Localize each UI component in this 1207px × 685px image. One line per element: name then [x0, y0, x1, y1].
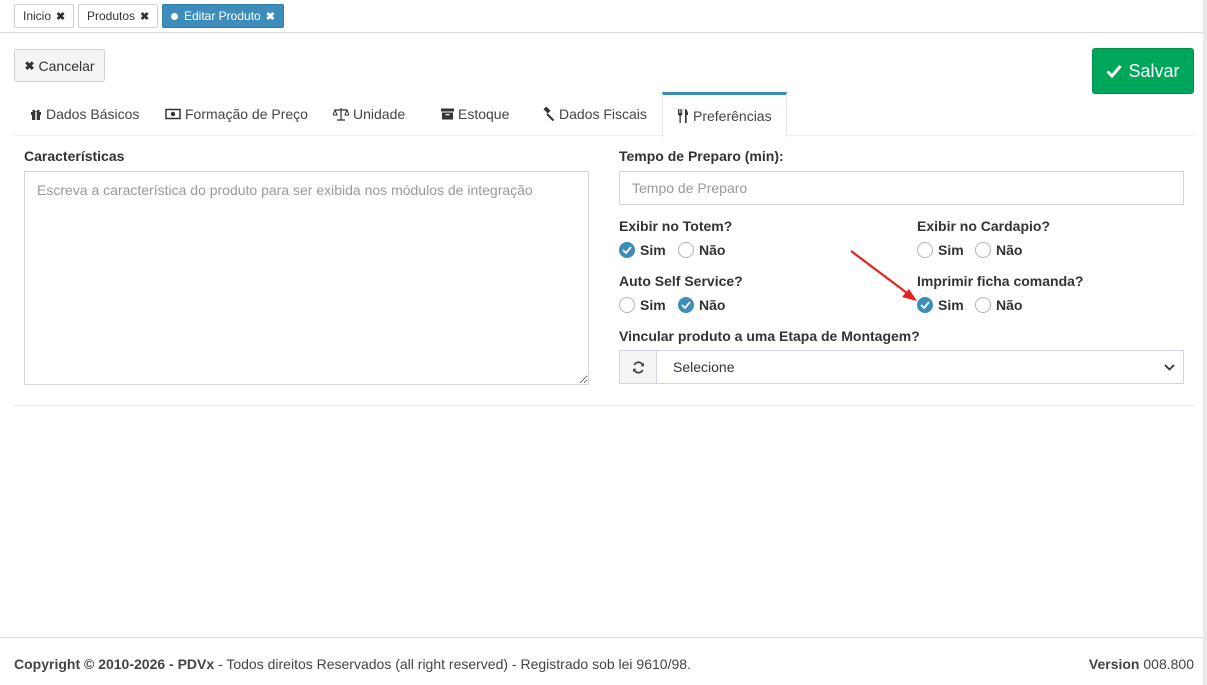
- tab-label: Preferências: [693, 108, 772, 124]
- page-tab-inicio[interactable]: Inicio ✖: [14, 4, 75, 28]
- radio-label: Sim: [938, 297, 964, 313]
- gift-icon: [31, 109, 41, 120]
- tab-label: Dados Básicos: [46, 106, 140, 122]
- tab-label: Unidade: [353, 106, 406, 122]
- exibir-totem-sim-radio[interactable]: Sim: [619, 242, 666, 258]
- close-icon[interactable]: ✖: [140, 10, 149, 23]
- copyright-prefix: Copyright © 2010-2026 -: [14, 656, 178, 672]
- exibir-cardapio-label: Exibir no Cardapio?: [917, 218, 1051, 234]
- caracteristicas-textarea[interactable]: [24, 171, 589, 385]
- auto-self-service-sim-radio[interactable]: Sim: [619, 297, 666, 313]
- tab-unidade[interactable]: Unidade: [319, 92, 419, 136]
- imprimir-ficha-nao-radio[interactable]: Não: [975, 297, 1022, 313]
- radio-unchecked-icon: [678, 242, 694, 258]
- archive-icon: [441, 108, 454, 120]
- tab-dados-basicos[interactable]: Dados Básicos: [16, 92, 153, 136]
- scrollbar-track[interactable]: [1203, 0, 1207, 685]
- footer: Copyright © 2010-2026 - PDVx - Todos dir…: [0, 637, 1203, 685]
- radio-label: Não: [996, 297, 1023, 313]
- version-value: 008.800: [1139, 656, 1194, 672]
- radio-label: Não: [699, 297, 726, 313]
- imprimir-ficha-sim-radio[interactable]: Sim: [917, 297, 964, 313]
- gavel-icon: [543, 107, 555, 121]
- radio-unchecked-icon: [975, 297, 991, 313]
- exibir-cardapio-sim-radio[interactable]: Sim: [917, 242, 964, 258]
- check-icon: [1106, 65, 1123, 78]
- tempo-preparo-input[interactable]: [619, 171, 1184, 205]
- cancel-button-label: Cancelar: [38, 57, 95, 74]
- etapa-montagem-group: Selecione: [619, 350, 1184, 384]
- radio-label: Sim: [938, 242, 964, 258]
- radio-checked-icon: [678, 297, 694, 313]
- exibir-cardapio-nao-radio[interactable]: Não: [975, 242, 1022, 258]
- copyright-suffix: - Todos direitos Reservados (all right r…: [214, 656, 691, 672]
- refresh-button[interactable]: [619, 350, 657, 384]
- save-button-label: Salvar: [1128, 60, 1180, 81]
- version-text: Version 008.800: [1089, 656, 1194, 672]
- caracteristicas-label: Características: [24, 148, 125, 164]
- version-label: Version: [1088, 656, 1140, 672]
- radio-label: Sim: [640, 297, 666, 313]
- page-tab-label: Editar Produto: [184, 9, 261, 23]
- money-bill-icon: [165, 108, 181, 120]
- tab-label: Formação de Preço: [185, 106, 308, 122]
- section-divider: [14, 405, 1194, 406]
- tab-dados-fiscais[interactable]: Dados Fiscais: [527, 92, 661, 136]
- imprimir-ficha-label: Imprimir ficha comanda?: [917, 273, 1084, 289]
- balance-scale-icon: [333, 108, 349, 121]
- etapa-montagem-select[interactable]: Selecione: [657, 350, 1184, 384]
- auto-self-service-nao-radio[interactable]: Não: [678, 297, 725, 313]
- cutlery-icon: [678, 109, 688, 123]
- etapa-montagem-label: Vincular produto a uma Etapa de Montagem…: [619, 328, 920, 344]
- page-tab-label: Produtos: [87, 9, 136, 23]
- close-icon[interactable]: ✖: [266, 10, 275, 23]
- times-icon: ✖: [24, 58, 35, 73]
- chevron-down-icon: [1164, 363, 1175, 371]
- active-dot-icon: [171, 12, 178, 20]
- radio-label: Não: [699, 242, 726, 258]
- tab-preferencias[interactable]: Preferências: [662, 92, 787, 137]
- auto-self-service-label: Auto Self Service?: [619, 273, 743, 289]
- exibir-totem-nao-radio[interactable]: Não: [678, 242, 725, 258]
- tab-label: Estoque: [458, 106, 510, 122]
- page-tab-label: Inicio: [23, 9, 52, 23]
- radio-unchecked-icon: [619, 297, 635, 313]
- radio-label: Sim: [640, 242, 666, 258]
- close-icon[interactable]: ✖: [56, 10, 65, 23]
- tab-label: Dados Fiscais: [559, 106, 647, 122]
- radio-unchecked-icon: [975, 242, 991, 258]
- brand-name: PDVx: [177, 656, 215, 672]
- page-tab-produtos[interactable]: Produtos ✖: [78, 4, 159, 28]
- tab-estoque[interactable]: Estoque: [427, 92, 523, 136]
- radio-label: Não: [996, 242, 1023, 258]
- tab-formacao-preco[interactable]: Formação de Preço: [151, 92, 322, 136]
- annotation-arrow-icon: [850, 250, 917, 301]
- exibir-totem-label: Exibir no Totem?: [619, 218, 733, 234]
- page-tab-editar-produto[interactable]: Editar Produto ✖: [162, 4, 284, 28]
- tempo-preparo-label: Tempo de Preparo (min):: [619, 148, 784, 164]
- cancel-button[interactable]: ✖ Cancelar: [14, 49, 105, 82]
- copyright-text: Copyright © 2010-2026 - PDVx - Todos dir…: [14, 656, 691, 672]
- page-tab-bar: Inicio ✖ Produtos ✖ Editar Produto ✖: [0, 0, 1203, 33]
- select-value: Selecione: [673, 359, 735, 375]
- save-button[interactable]: Salvar: [1092, 48, 1194, 94]
- refresh-icon: [632, 360, 644, 374]
- radio-checked-icon: [619, 242, 635, 258]
